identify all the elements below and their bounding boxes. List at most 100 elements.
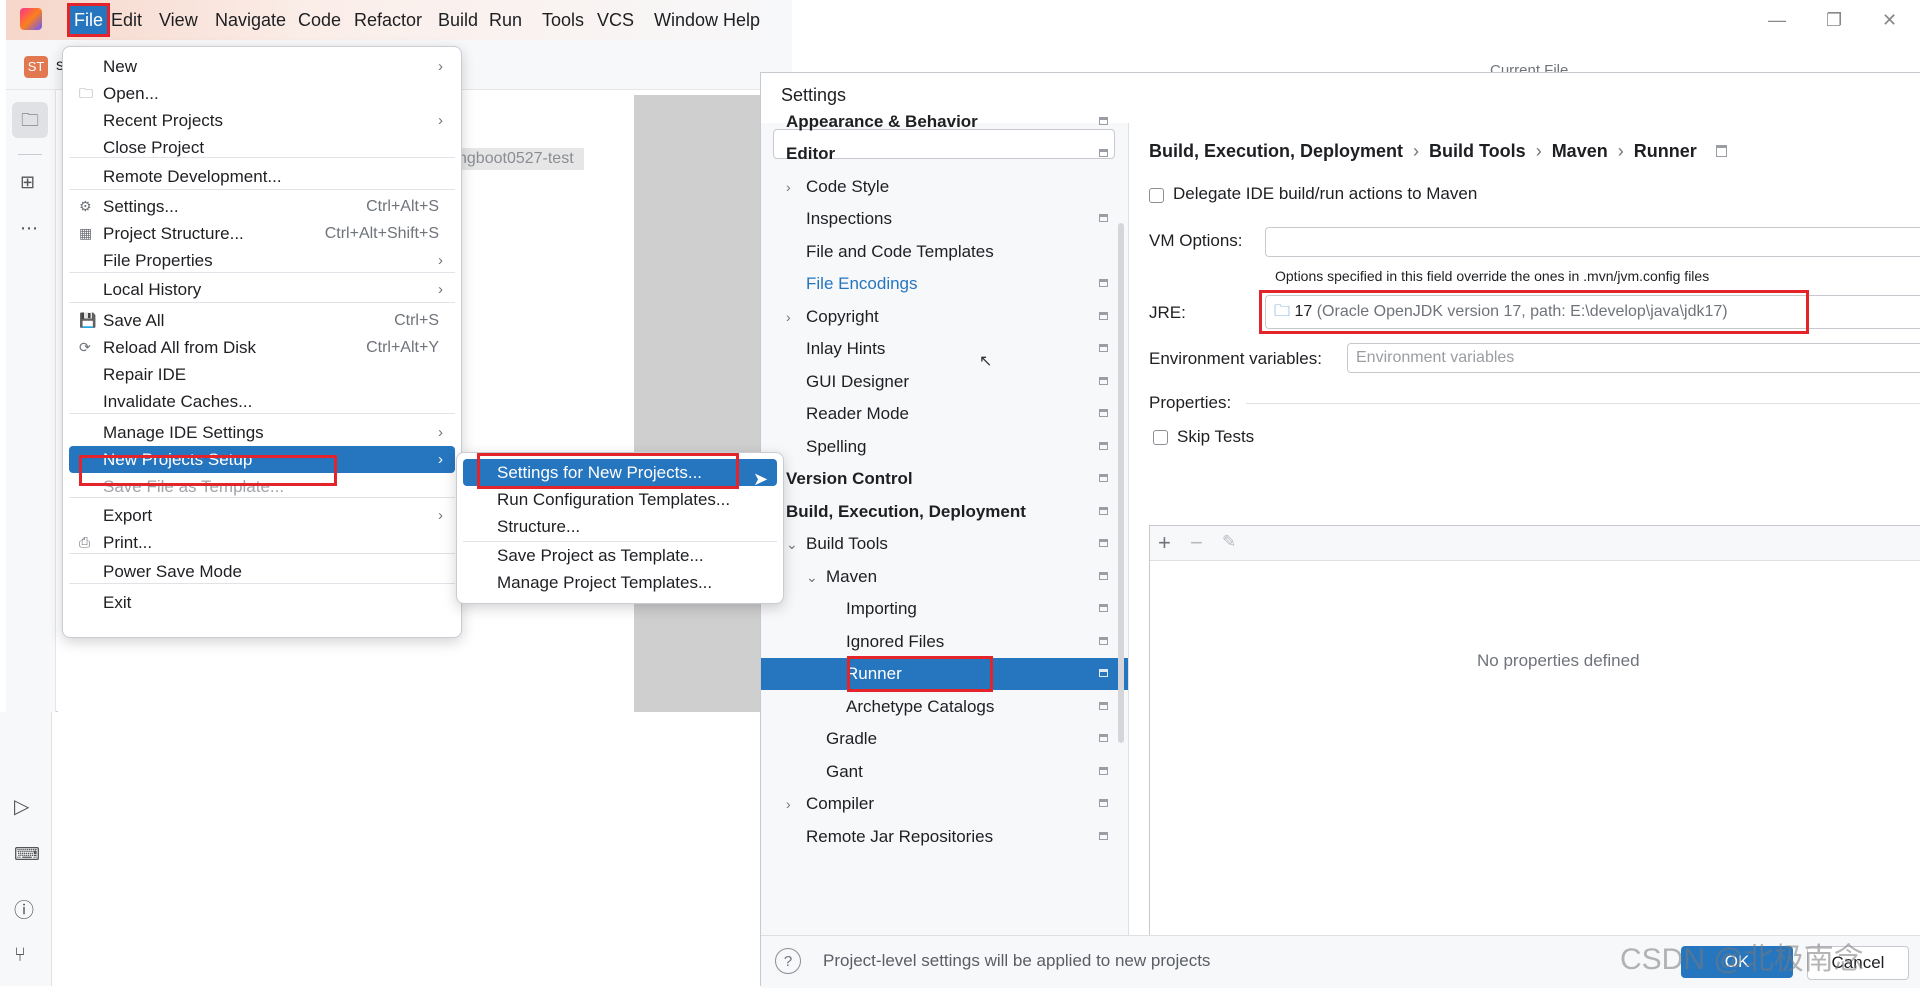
file-menu-item-export[interactable]: Export › <box>69 502 455 529</box>
tree-item-build-tools[interactable]: Build Tools ⌄ <box>761 528 1128 560</box>
intellij-logo-icon <box>20 8 42 30</box>
remove-icon[interactable]: − <box>1190 530 1203 556</box>
menu-code[interactable]: Code <box>298 8 341 32</box>
delegate-checkbox[interactable] <box>1149 188 1164 203</box>
chevron-right-icon[interactable]: › <box>786 788 791 820</box>
file-menu-item-close-project[interactable]: Close Project <box>69 134 455 161</box>
file-menu-item-power-save-mode[interactable]: Power Save Mode <box>69 558 455 585</box>
tree-item-file-and-code-templates[interactable]: File and Code Templates <box>761 236 1128 268</box>
file-menu-item-print[interactable]: Print... ⎙ <box>69 529 455 556</box>
chevron-down-icon[interactable]: ⌄ <box>786 528 798 560</box>
file-menu-item-reload-all-from-disk[interactable]: Reload All from Disk ⟳ Ctrl+Alt+Y <box>69 334 455 361</box>
skip-tests-checkbox[interactable] <box>1153 430 1168 445</box>
tree-item-build-execution-deployment[interactable]: Build, Execution, Deployment <box>761 496 1128 528</box>
menu-vcs[interactable]: VCS <box>597 8 634 32</box>
tree-item-remote-jar-repositories[interactable]: Remote Jar Repositories <box>761 821 1128 853</box>
tree-item-inspections[interactable]: Inspections <box>761 203 1128 235</box>
tree-item-copyright[interactable]: Copyright › <box>761 301 1128 333</box>
menu-item-label: Print... <box>103 533 153 552</box>
settings-dialog: Settings Appearance & Behavior Editor Code… <box>760 72 1920 988</box>
git-icon[interactable]: ⑂ <box>14 944 26 967</box>
tree-item-archetype-catalogs[interactable]: Archetype Catalogs <box>761 691 1128 723</box>
terminal-icon[interactable]: ⌨ <box>14 844 40 865</box>
menu-refactor[interactable]: Refactor <box>354 8 422 32</box>
tree-item-version-control[interactable]: Version Control <box>761 463 1128 495</box>
submenu-item-settings-for-new-projects[interactable]: Settings for New Projects... <box>463 459 777 486</box>
submenu-item-structure[interactable]: Structure... <box>463 513 777 540</box>
file-menu-item-save-all[interactable]: Save All 💾 Ctrl+S <box>69 307 455 334</box>
tree-item-reader-mode[interactable]: Reader Mode <box>761 398 1128 430</box>
submenu-item-save-project-as-template[interactable]: Save Project as Template... <box>463 542 777 569</box>
menu-tools[interactable]: Tools <box>542 8 584 32</box>
chevron-right-icon: › <box>438 58 443 75</box>
services-icon[interactable]: ▷ <box>14 794 29 819</box>
file-menu-item-recent-projects[interactable]: Recent Projects › <box>69 107 455 134</box>
vm-options-input[interactable] <box>1265 227 1920 257</box>
breadcrumb-item[interactable]: Build, Execution, Deployment <box>1149 141 1403 161</box>
breadcrumb-item[interactable]: Build Tools <box>1429 141 1526 161</box>
menu-window[interactable]: Window <box>654 8 718 32</box>
tree-item-file-encodings[interactable]: File Encodings <box>761 268 1128 300</box>
menu-help[interactable]: Help <box>723 8 760 32</box>
menu-view[interactable]: View <box>159 8 198 32</box>
problems-icon[interactable]: ⓘ <box>14 894 34 923</box>
tree-item-ignored-files[interactable]: Ignored Files <box>761 626 1128 658</box>
tree-item-importing[interactable]: Importing <box>761 593 1128 625</box>
tree-item-spelling[interactable]: Spelling <box>761 431 1128 463</box>
file-menu-item-exit[interactable]: Exit <box>69 589 455 616</box>
tree-item-appearance-behavior[interactable]: Appearance & Behavior <box>761 106 1128 138</box>
tree-item-editor[interactable]: Editor <box>761 138 1128 170</box>
help-icon[interactable]: ? <box>775 948 801 974</box>
chevron-right-icon[interactable]: › <box>786 301 791 333</box>
add-icon[interactable]: + <box>1158 530 1171 556</box>
file-menu-item-remote-development[interactable]: Remote Development... <box>69 163 455 190</box>
jre-select[interactable]: 🗀 17 (Oracle OpenJDK version 17, path: E… <box>1265 295 1920 329</box>
tree-item-compiler[interactable]: Compiler › <box>761 788 1128 820</box>
divider <box>18 154 42 155</box>
scope-icon <box>1099 409 1108 417</box>
restore-icon[interactable]: ❐ <box>1826 10 1842 31</box>
tree-scrollbar[interactable] <box>1118 223 1124 743</box>
tree-item-inlay-hints[interactable]: Inlay Hints <box>761 333 1128 365</box>
tree-item-gant[interactable]: Gant <box>761 756 1128 788</box>
edit-icon[interactable]: ✎ <box>1222 532 1236 552</box>
file-menu-item-settings[interactable]: Settings... ⚙ Ctrl+Alt+S <box>69 193 455 220</box>
settings-content: Build, Execution, Deployment › Build Tools… <box>1129 123 1920 987</box>
chevron-right-icon[interactable]: › <box>786 171 791 203</box>
chevron-down-icon[interactable]: ⌄ <box>806 561 818 593</box>
file-menu-item-manage-ide-settings[interactable]: Manage IDE Settings › <box>69 419 455 446</box>
delegate-label[interactable]: Delegate IDE build/run actions to Maven <box>1173 184 1477 204</box>
minimize-icon[interactable]: — <box>1768 10 1786 31</box>
menu-build[interactable]: Build <box>438 8 478 32</box>
file-menu-item-local-history[interactable]: Local History › <box>69 276 455 303</box>
submenu-item-manage-project-templates[interactable]: Manage Project Templates... <box>463 569 777 596</box>
menu-edit[interactable]: Edit <box>111 8 142 32</box>
menu-item-label: Local History <box>103 280 202 299</box>
close-icon[interactable]: ✕ <box>1882 10 1897 31</box>
file-menu-item-new[interactable]: New › <box>69 53 455 80</box>
tree-item-gui-designer[interactable]: GUI Designer <box>761 366 1128 398</box>
file-menu-item-new-projects-setup[interactable]: New Projects Setup › <box>69 446 455 473</box>
tree-item-runner[interactable]: Runner <box>761 656 1128 692</box>
menu-run[interactable]: Run <box>489 8 522 32</box>
breadcrumb-item[interactable]: Maven <box>1552 141 1608 161</box>
project-badge[interactable]: ST <box>24 56 48 78</box>
file-menu-item-invalidate-caches[interactable]: Invalidate Caches... <box>69 388 455 415</box>
structure-icon[interactable]: ⊞ <box>20 172 35 193</box>
file-menu-item-open[interactable]: Open... 🗀 <box>69 80 455 107</box>
tree-item-code-style[interactable]: Code Style › <box>761 171 1128 203</box>
file-menu-item-project-structure[interactable]: Project Structure... ▦ Ctrl+Alt+Shift+S <box>69 220 455 247</box>
env-vars-input[interactable]: Environment variables <box>1347 343 1920 373</box>
tree-item-gradle[interactable]: Gradle <box>761 723 1128 755</box>
menu-navigate[interactable]: Navigate <box>215 8 286 32</box>
project-folder-icon[interactable]: 🗀 <box>12 102 48 138</box>
skip-tests-label[interactable]: Skip Tests <box>1177 427 1254 447</box>
tree-item-maven[interactable]: Maven ⌄ <box>761 561 1128 593</box>
file-menu-item-save-file-as-template[interactable]: Save File as Template... <box>69 473 455 500</box>
menu-file[interactable]: File <box>66 3 111 37</box>
file-menu-item-file-properties[interactable]: File Properties › <box>69 247 455 274</box>
chevron-right-icon: › <box>438 281 443 298</box>
more-icon[interactable]: ⋯ <box>20 218 38 239</box>
file-menu-item-repair-ide[interactable]: Repair IDE <box>69 361 455 388</box>
submenu-item-run-configuration-templates[interactable]: Run Configuration Templates... <box>463 486 777 513</box>
